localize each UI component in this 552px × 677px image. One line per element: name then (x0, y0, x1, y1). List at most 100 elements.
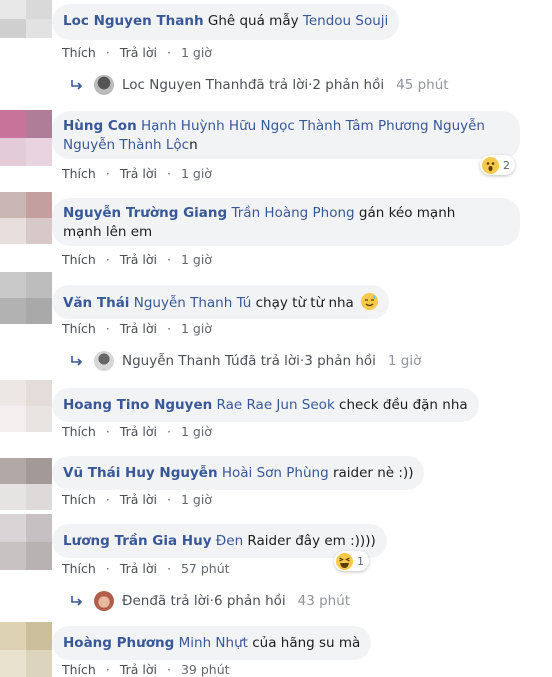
dot-separator: · (166, 45, 171, 60)
comment-author[interactable]: Vũ Thái Huy Nguyễn (63, 465, 218, 481)
replies-link[interactable]: Nguyễn Thanh Tú đã trả lời · 3 phản hồi 1… (70, 350, 421, 372)
comment-actions: Thích · Trả lời · 1 giờ (62, 252, 212, 267)
reply-link[interactable]: Trả lời (120, 252, 157, 267)
like-link[interactable]: Thích (62, 424, 96, 439)
reply-link[interactable]: Trả lời (120, 321, 157, 336)
reaction-badge[interactable]: 1 (334, 551, 369, 571)
avatar-blurred[interactable] (0, 272, 52, 324)
dot-separator: · (166, 492, 171, 507)
reply-author[interactable]: Đen (122, 593, 149, 609)
dot-separator: · (105, 492, 110, 507)
comment-time[interactable]: 1 giờ (181, 252, 212, 267)
dot-separator: · (166, 166, 171, 181)
comment-actions: Thích · Trả lời · 1 giờ (62, 45, 212, 60)
like-link[interactable]: Thích (62, 321, 96, 336)
reply-count[interactable]: 2 phản hồi (312, 77, 384, 93)
comment-actions: Thích · Trả lời · 1 giờ (62, 424, 212, 439)
like-link[interactable]: Thích (62, 252, 96, 267)
comment-author[interactable]: Hùng Con (63, 118, 137, 134)
reply-author[interactable]: Loc Nguyen Thanh (122, 77, 248, 93)
replies-link[interactable]: Loc Nguyen Thanh đã trả lời · 2 phản hồi… (70, 74, 449, 96)
reply-arrow-icon (71, 596, 83, 606)
like-link[interactable]: Thích (62, 166, 96, 181)
dot-separator: · (105, 662, 110, 677)
mention-link[interactable]: Minh Nhựt (179, 635, 248, 651)
avatar-blurred[interactable] (0, 380, 52, 432)
comment-bubble: Vũ Thái Huy Nguyễn Hoài Sơn Phùng raider… (52, 456, 425, 490)
reply-avatar (94, 591, 114, 611)
mention-link[interactable]: Hoài Sơn Phùng (222, 465, 329, 481)
comment-author[interactable]: Hoang Tino Nguyen (63, 397, 212, 413)
comment-actions: Thích · Trả lời · 57 phút (62, 561, 230, 576)
comment-time[interactable]: 1 giờ (181, 321, 212, 336)
comment-author[interactable]: Hoàng Phương (63, 635, 174, 651)
comment-text: chạy từ từ nha (251, 295, 359, 311)
avatar-blurred[interactable] (0, 192, 52, 244)
comment-time[interactable]: 1 giờ (181, 45, 212, 60)
comment-time[interactable]: 39 phút (181, 662, 230, 677)
sweat-emoji-icon (361, 293, 379, 310)
avatar-blurred[interactable] (0, 458, 52, 510)
dot-separator: · (105, 252, 110, 267)
reply-time: 1 giờ (387, 353, 422, 369)
avatar-blurred[interactable] (0, 110, 52, 166)
reply-link[interactable]: Trả lời (120, 424, 157, 439)
dot-separator: · (105, 45, 110, 60)
reply-avatar (94, 351, 114, 371)
reply-link[interactable]: Trả lời (120, 45, 157, 60)
dot-separator: · (105, 321, 110, 336)
comment-time[interactable]: 57 phút (181, 561, 230, 576)
comment-text: n (189, 137, 198, 153)
comment-actions: Thích · Trả lời · 1 giờ (62, 321, 212, 336)
reply-author[interactable]: Nguyễn Thanh Tú (122, 353, 240, 369)
avatar-blurred[interactable] (0, 0, 52, 38)
avatar-blurred[interactable] (0, 514, 52, 570)
reply-link[interactable]: Trả lời (120, 492, 157, 507)
like-link[interactable]: Thích (62, 561, 96, 576)
reaction-badge[interactable]: 2 (480, 155, 515, 175)
reply-time: 43 phút (297, 593, 351, 609)
comment-author[interactable]: Văn Thái (63, 295, 129, 311)
haha-emoji-icon (336, 552, 353, 570)
dot-separator: · (166, 662, 171, 677)
mention-link[interactable]: Rae Rae Jun Seok (217, 397, 335, 413)
like-link[interactable]: Thích (62, 492, 96, 507)
wow-emoji-icon (482, 156, 499, 174)
comment-bubble: Hùng Con Hạnh Huỳnh Hữu Ngọc Thành Tâm P… (52, 111, 520, 159)
replies-link[interactable]: Đen đã trả lời · 6 phản hồi 43 phút (70, 590, 350, 612)
comment-text: Raider đây em :)))) (243, 533, 376, 549)
comment-bubble: Hoàng Phương Minh Nhựt của hãng su mà (52, 626, 372, 660)
like-link[interactable]: Thích (62, 662, 96, 677)
reply-link[interactable]: Trả lời (120, 166, 157, 181)
mention-link[interactable]: Trần Hoàng Phong (231, 205, 354, 221)
dot-separator: · (166, 561, 171, 576)
dot-separator: · (166, 424, 171, 439)
comment-text: Ghê quá mẫy (203, 13, 303, 29)
comment-time[interactable]: 1 giờ (181, 166, 212, 181)
dot-separator: · (105, 424, 110, 439)
reply-link[interactable]: Trả lời (120, 561, 157, 576)
comment-bubble: Văn Thái Nguyễn Thanh Tú chạy từ từ nha (52, 285, 390, 319)
reaction-count: 2 (503, 158, 510, 172)
reply-arrow-icon (71, 80, 83, 90)
like-link[interactable]: Thích (62, 45, 96, 60)
reply-count[interactable]: 3 phản hồi (304, 353, 376, 369)
comment-time[interactable]: 1 giờ (181, 424, 212, 439)
reply-link[interactable]: Trả lời (120, 662, 157, 677)
reaction-count: 1 (357, 554, 364, 568)
comment-author[interactable]: Nguyễn Trường Giang (63, 205, 227, 221)
reply-count[interactable]: 6 phản hồi (214, 593, 286, 609)
mention-link[interactable]: Đen (216, 533, 243, 549)
comment-author[interactable]: Loc Nguyen Thanh (63, 13, 204, 29)
reply-time: 45 phút (396, 77, 449, 93)
dot-separator: · (105, 561, 110, 576)
comment-bubble: Loc Nguyen Thanh Ghê quá mẫy Tendou Souj… (52, 4, 400, 40)
dot-separator: · (166, 252, 171, 267)
comment-time[interactable]: 1 giờ (181, 492, 212, 507)
comment-bubble: Hoang Tino Nguyen Rae Rae Jun Seok check… (52, 388, 479, 422)
mention-link[interactable]: Tendou Souji (303, 13, 388, 29)
avatar-blurred[interactable] (0, 622, 52, 677)
mention-link[interactable]: Nguyễn Thanh Tú (134, 295, 252, 311)
comment-author[interactable]: Lương Trần Gia Huy (63, 533, 212, 549)
comment-text: raider nè :)) (328, 465, 414, 481)
